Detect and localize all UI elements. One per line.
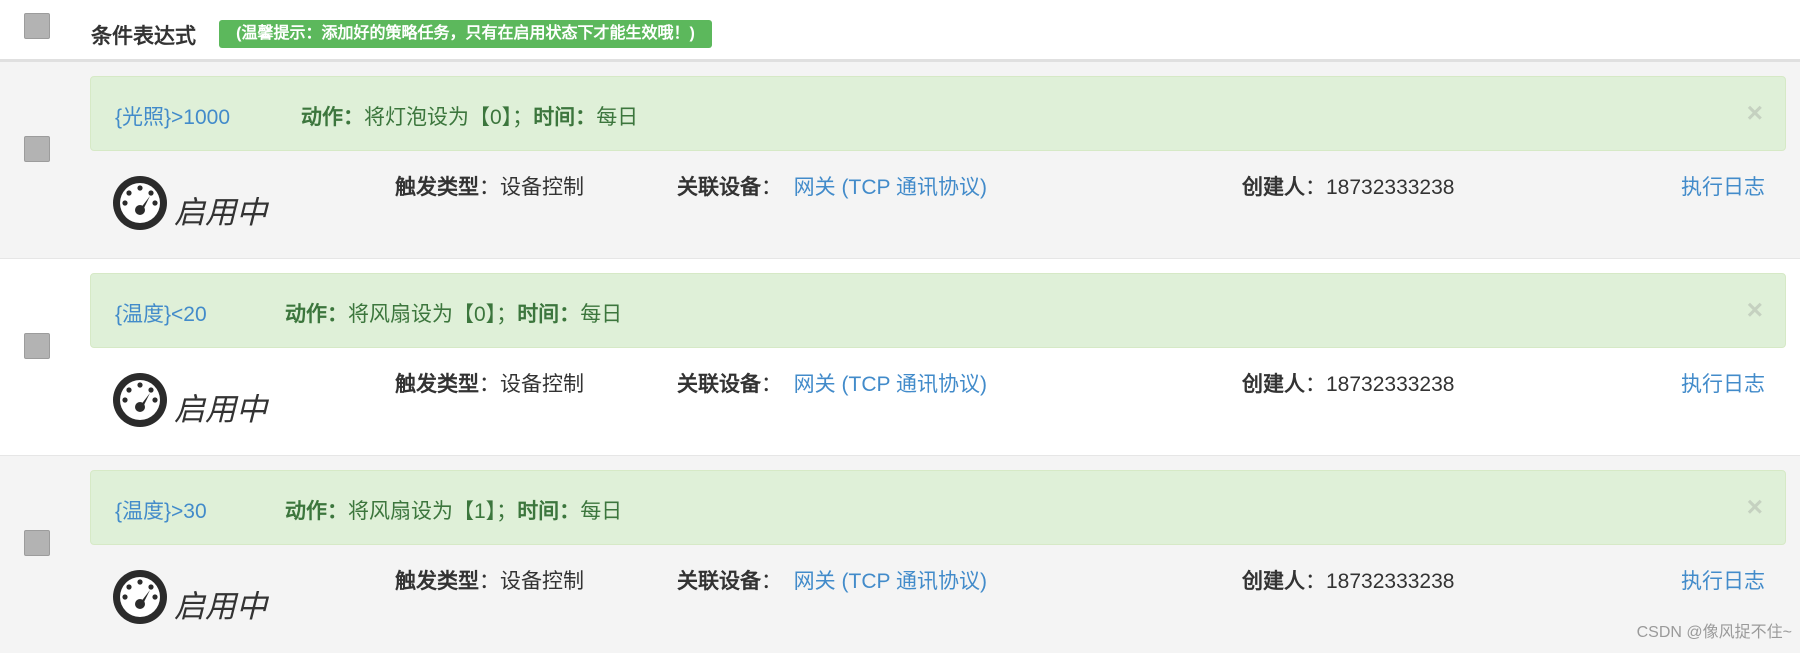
linked-device: 关联设备： 网关 (TCP 通讯协议) (677, 373, 987, 396)
rule-condition: {温度}<20 (115, 303, 207, 326)
action-value: 将风扇设为【0】； (348, 303, 518, 326)
creator-value: 18732333238 (1326, 176, 1455, 199)
action-label: 动作： (285, 303, 348, 326)
column-title: 条件表达式 (91, 25, 196, 48)
rule-condition: {温度}>30 (115, 500, 207, 523)
rule-row: {光照}>1000 动作：将灯泡设为【0】；时间：每日 × 启用中 触发类型：设… (0, 62, 1800, 259)
time-value: 每日 (580, 500, 623, 523)
time-label: 时间： (533, 106, 597, 129)
row-checkbox[interactable] (24, 136, 50, 162)
action-label: 动作： (285, 500, 348, 523)
creator-value: 18732333238 (1326, 570, 1455, 593)
watermark: CSDN @像风捉不住~ (1636, 624, 1792, 641)
status-label: 启用中 (174, 589, 267, 624)
select-all-checkbox[interactable] (24, 13, 50, 39)
close-icon[interactable]: × (1747, 493, 1763, 521)
trigger-type-value: 设备控制 (500, 176, 584, 199)
trigger-type-value: 设备控制 (500, 373, 584, 396)
time-value: 每日 (596, 106, 639, 129)
execution-log-link[interactable]: 执行日志 (1681, 565, 1765, 595)
row-checkbox[interactable] (24, 333, 50, 359)
status-label: 启用中 (174, 195, 267, 230)
rule-alert: {温度}<20 动作：将风扇设为【0】；时间：每日 × (90, 273, 1786, 348)
device-link[interactable]: 网关 (TCP 通讯协议) (794, 570, 987, 593)
time-label: 时间： (517, 500, 581, 523)
execution-log-link[interactable]: 执行日志 (1681, 368, 1765, 398)
gauge-icon (113, 176, 167, 230)
trigger-type-value: 设备控制 (500, 570, 584, 593)
close-icon[interactable]: × (1747, 296, 1763, 324)
status-label: 启用中 (174, 392, 267, 427)
rule-action: 动作：将风扇设为【0】；时间：每日 (285, 298, 622, 328)
rule-alert: {温度}>30 动作：将风扇设为【1】；时间：每日 × (90, 470, 1786, 545)
trigger-type: 触发类型：设备控制 (395, 176, 584, 199)
action-value: 将风扇设为【1】； (348, 500, 518, 523)
list-header: 条件表达式 (温馨提示：添加好的策略任务，只有在启用状态下才能生效哦！) (0, 0, 1800, 62)
creator: 创建人：18732333238 (1242, 373, 1455, 396)
rule-row: {温度}<20 动作：将风扇设为【0】；时间：每日 × 启用中 触发类型：设备控… (0, 259, 1800, 456)
action-value: 将灯泡设为【0】； (364, 106, 534, 129)
creator: 创建人：18732333238 (1242, 176, 1455, 199)
rule-condition: {光照}>1000 (115, 106, 231, 129)
close-icon[interactable]: × (1747, 99, 1763, 127)
creator-value: 18732333238 (1326, 373, 1455, 396)
rule-row: {温度}>30 动作：将风扇设为【1】；时间：每日 × 启用中 触发类型：设备控… (0, 456, 1800, 653)
creator: 创建人：18732333238 (1242, 570, 1455, 593)
tip-badge: (温馨提示：添加好的策略任务，只有在启用状态下才能生效哦！) (219, 20, 712, 48)
gauge-icon (113, 570, 167, 624)
rule-action: 动作：将风扇设为【1】；时间：每日 (285, 495, 622, 525)
rule-action: 动作：将灯泡设为【0】；时间：每日 (301, 101, 638, 131)
rule-alert: {光照}>1000 动作：将灯泡设为【0】；时间：每日 × (90, 76, 1786, 151)
action-label: 动作： (301, 106, 364, 129)
execution-log-link[interactable]: 执行日志 (1681, 171, 1765, 201)
trigger-type: 触发类型：设备控制 (395, 373, 584, 396)
device-link[interactable]: 网关 (TCP 通讯协议) (794, 373, 987, 396)
gauge-icon (113, 373, 167, 427)
time-value: 每日 (580, 303, 623, 326)
time-label: 时间： (517, 303, 581, 326)
row-checkbox[interactable] (24, 530, 50, 556)
linked-device: 关联设备： 网关 (TCP 通讯协议) (677, 176, 987, 199)
trigger-type: 触发类型：设备控制 (395, 570, 584, 593)
device-link[interactable]: 网关 (TCP 通讯协议) (794, 176, 987, 199)
linked-device: 关联设备： 网关 (TCP 通讯协议) (677, 570, 987, 593)
